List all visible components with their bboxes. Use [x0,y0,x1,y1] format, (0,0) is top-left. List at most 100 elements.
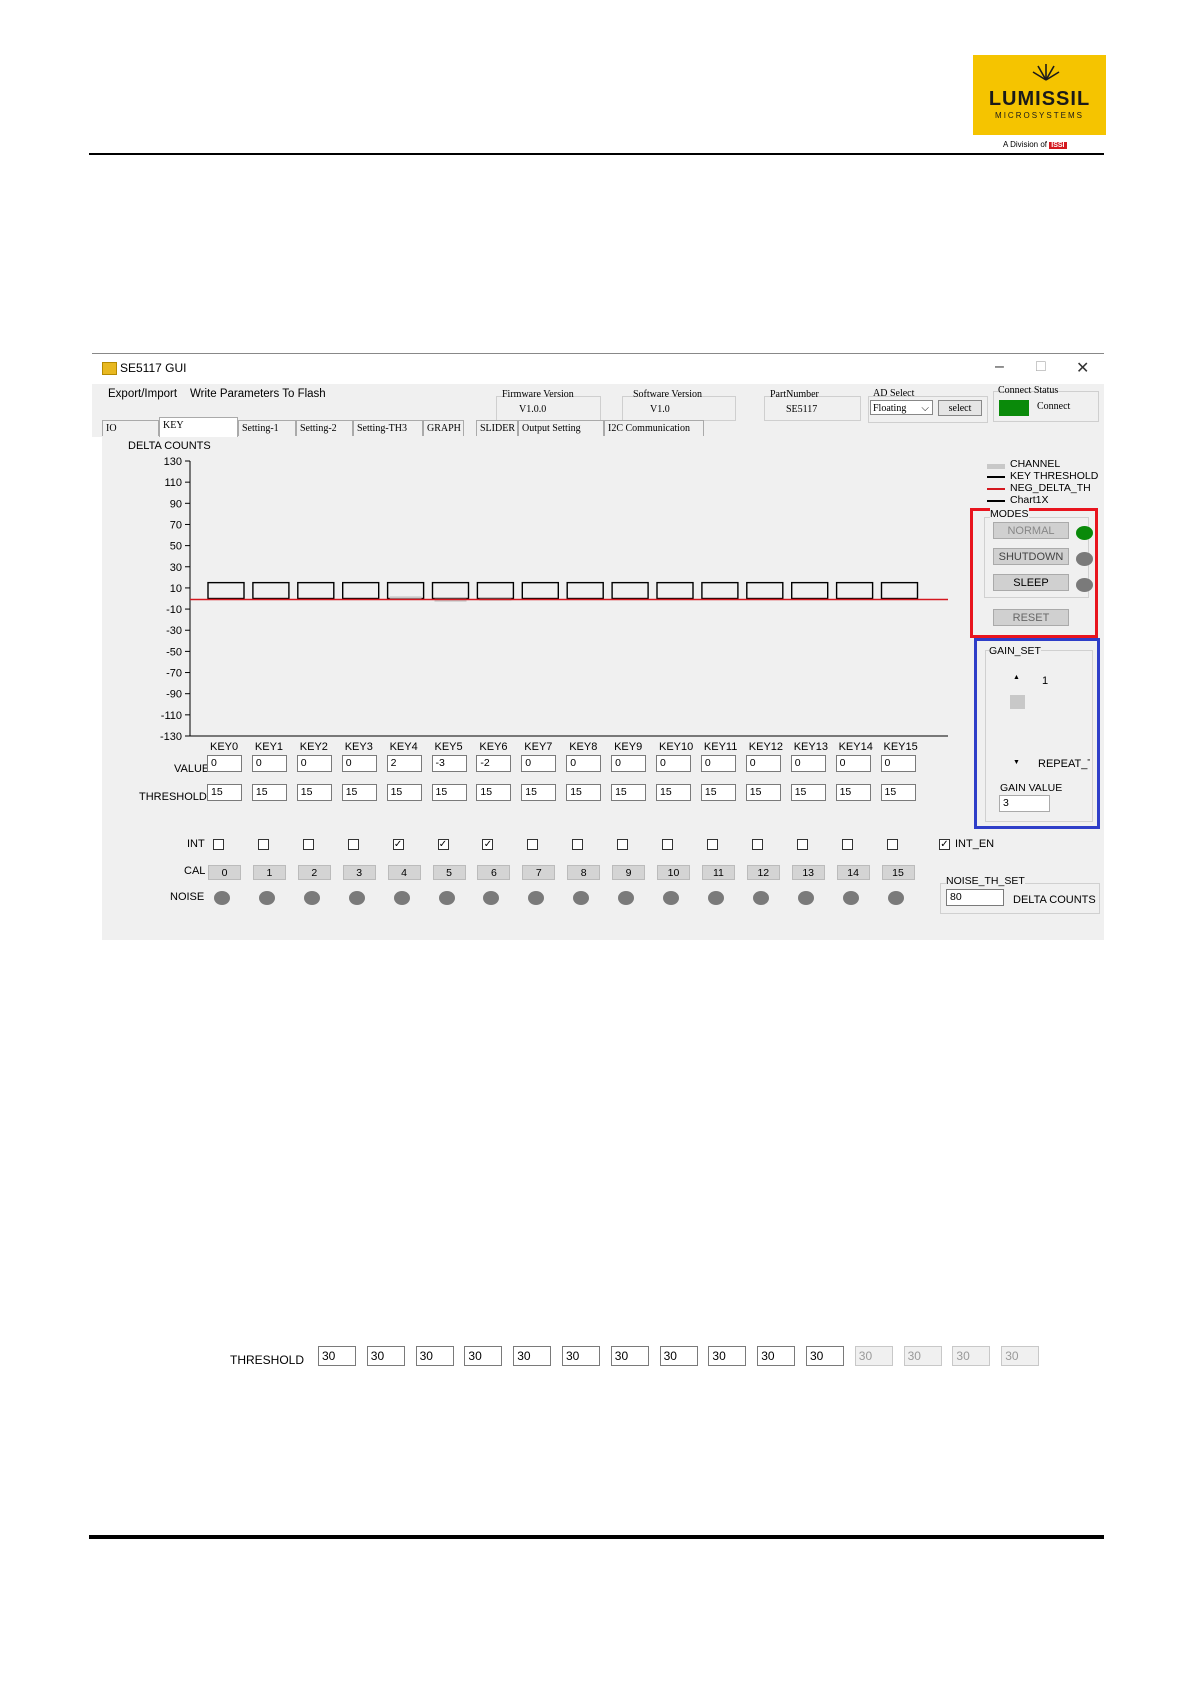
threshold-field-5[interactable]: 15 [431,784,467,801]
cal-button-4[interactable]: 4 [387,865,421,880]
strip-threshold-field-2[interactable]: 30 [415,1346,454,1366]
cal-button-6[interactable]: 6 [477,865,511,880]
strip-threshold-field-8[interactable]: 30 [708,1346,747,1366]
cal-button-0[interactable]: 0 [208,865,241,880]
value-field-12[interactable]: 0 [745,755,781,772]
scroll-up-icon[interactable]: ▲ [1013,674,1020,681]
value-field-0[interactable]: 0 [207,755,242,772]
int-checkbox-7[interactable] [527,839,539,850]
value-field-5[interactable]: -3 [431,755,467,772]
value-field-7[interactable]: 0 [521,755,557,772]
value-field-3[interactable]: 0 [341,755,377,772]
reset-button[interactable]: RESET [993,609,1069,626]
noise-led-2 [303,891,320,905]
value-field-9[interactable]: 0 [611,755,647,772]
threshold-field-14[interactable]: 15 [835,784,871,801]
value-field-4[interactable]: 2 [386,755,422,772]
threshold-field-9[interactable]: 15 [611,784,647,801]
strip-threshold-field-14[interactable]: 30 [1001,1346,1040,1366]
strip-threshold-field-10[interactable]: 30 [806,1346,844,1366]
threshold-row-label: THRESHOLD [139,791,207,803]
threshold-field-3[interactable]: 15 [341,784,377,801]
cal-button-13[interactable]: 13 [791,865,825,880]
int-checkbox-14[interactable] [841,839,853,850]
scroll-down-icon[interactable]: ▼ [1013,759,1020,766]
cal-button-14[interactable]: 14 [836,865,870,880]
int-checkbox-10[interactable] [662,839,673,850]
value-field-10[interactable]: 0 [656,755,691,772]
y-tick-label: -110 [161,710,182,722]
threshold-field-4[interactable]: 15 [386,784,422,801]
strip-threshold-field-5[interactable]: 30 [562,1346,600,1366]
cal-button-8[interactable]: 8 [567,865,601,880]
value-field-2[interactable]: 0 [296,755,332,772]
sleep-mode-button[interactable]: SLEEP [993,574,1069,591]
int-checkbox-0[interactable] [213,839,224,850]
int-checkbox-6[interactable]: ✓ [482,839,494,850]
strip-threshold-field-0[interactable]: 30 [318,1346,356,1366]
threshold-field-13[interactable]: 15 [790,784,826,801]
strip-threshold-field-3[interactable]: 30 [464,1346,503,1366]
int-checkbox-5[interactable]: ✓ [437,839,449,850]
threshold-field-7[interactable]: 15 [521,784,557,801]
int-en-checkbox[interactable]: ✓ [939,839,950,850]
value-field-13[interactable]: 0 [790,755,826,772]
int-checkbox-12[interactable] [751,839,763,850]
gain-value-field[interactable]: 3 [999,795,1050,812]
threshold-field-15[interactable]: 15 [880,784,916,801]
int-checkbox-8[interactable] [572,839,584,850]
threshold-field-12[interactable]: 15 [745,784,781,801]
strip-threshold-field-12[interactable]: 30 [903,1346,942,1366]
int-checkbox-1[interactable] [257,839,269,850]
value-field-11[interactable]: 0 [700,755,736,772]
int-checkbox-4[interactable]: ✓ [392,839,404,850]
cal-button-9[interactable]: 9 [612,865,646,880]
x-tick-label-key6: KEY6 [479,741,508,753]
int-checkbox-15[interactable] [886,839,898,850]
gain-scrollbar-thumb[interactable] [1010,695,1025,709]
threshold-field-10[interactable]: 15 [656,784,691,801]
threshold-field-0[interactable]: 15 [207,784,242,801]
strip-threshold-field-9[interactable]: 30 [757,1346,796,1366]
threshold-bar-key13 [791,581,829,600]
threshold-field-1[interactable]: 15 [251,784,287,801]
int-checkbox-13[interactable] [796,839,808,850]
threshold-field-11[interactable]: 15 [700,784,736,801]
value-field-15[interactable]: 0 [880,755,916,772]
int-checkbox-9[interactable] [617,839,629,850]
cal-button-11[interactable]: 11 [701,865,735,880]
threshold-field-6[interactable]: 15 [476,784,512,801]
strip-threshold-field-13[interactable]: 30 [952,1346,991,1366]
noise-led-3 [348,891,365,905]
cal-button-15[interactable]: 15 [881,865,915,880]
shutdown-mode-button[interactable]: SHUTDOWN [993,548,1069,565]
threshold-field-8[interactable]: 15 [566,784,602,801]
strip-threshold-field-1[interactable]: 30 [366,1346,405,1366]
threshold-bar-key14 [835,581,874,600]
int-checkbox-3[interactable] [347,839,359,850]
normal-mode-button[interactable]: NORMAL [993,522,1069,539]
cal-button-10[interactable]: 10 [657,865,690,880]
value-field-6[interactable]: -2 [476,755,512,772]
strip-threshold-field-6[interactable]: 30 [610,1346,649,1366]
cal-button-2[interactable]: 2 [297,865,331,880]
int-checkbox-11[interactable] [706,839,718,850]
threshold-field-2[interactable]: 15 [296,784,332,801]
x-tick-label-key0: KEY0 [210,741,239,753]
cal-button-12[interactable]: 12 [746,865,780,880]
gain-scrollbar[interactable] [1010,673,1025,767]
value-field-14[interactable]: 0 [835,755,871,772]
strip-threshold-field-4[interactable]: 30 [513,1346,552,1366]
strip-threshold-field-7[interactable]: 30 [659,1346,698,1366]
noise-th-field[interactable]: 80 [946,889,1004,906]
gain-item-1[interactable]: 1 [1042,675,1048,687]
cal-button-3[interactable]: 3 [342,865,376,880]
int-checkbox-2[interactable] [302,839,314,850]
strip-threshold-field-11[interactable]: 30 [854,1346,893,1366]
cal-button-7[interactable]: 7 [522,865,556,880]
value-field-1[interactable]: 0 [251,755,287,772]
noise-led-12 [752,891,769,905]
value-field-8[interactable]: 0 [566,755,602,772]
cal-button-1[interactable]: 1 [252,865,286,880]
cal-button-5[interactable]: 5 [432,865,466,880]
